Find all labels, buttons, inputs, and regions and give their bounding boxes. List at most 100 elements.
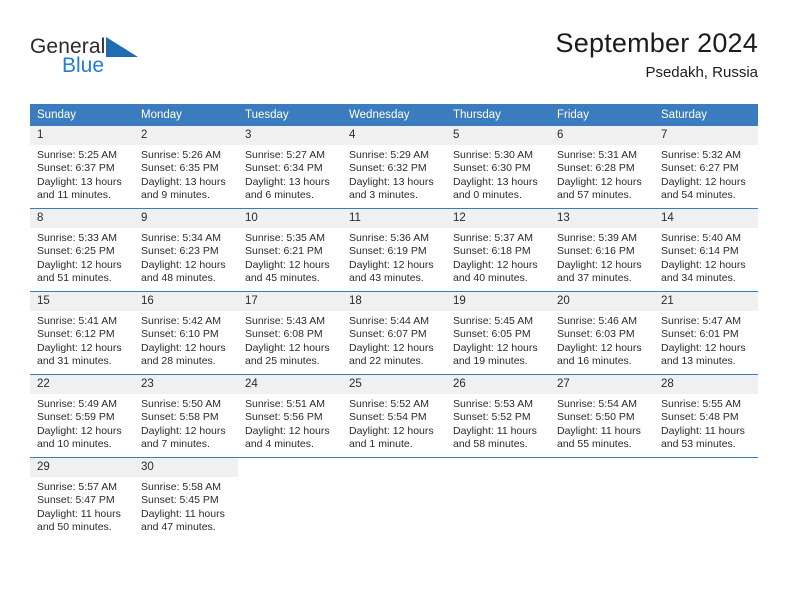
daylight-text-line1: Daylight: 12 hours (245, 341, 330, 354)
day-number: 14 (654, 209, 758, 228)
calendar-day-cell[interactable]: 12 Sunrise: 5:37 AM Sunset: 6:18 PM Dayligh… (446, 208, 550, 292)
calendar-day-cell[interactable]: 20 Sunrise: 5:46 AM Sunset: 6:03 PM Dayligh… (550, 291, 654, 375)
day-number: 8 (30, 209, 134, 228)
day-details: Sunrise: 5:55 AM Sunset: 5:48 PM Daylight:… (654, 394, 758, 452)
daylight-text-line1: Daylight: 11 hours (453, 424, 537, 437)
daylight-text-line2: and 13 minutes. (661, 355, 736, 368)
day-details: Sunrise: 5:50 AM Sunset: 5:58 PM Daylight:… (134, 394, 238, 452)
sunrise-text: Sunrise: 5:35 AM (245, 232, 325, 244)
calendar-day-cell[interactable]: 18 Sunrise: 5:44 AM Sunset: 6:07 PM Dayligh… (342, 291, 446, 375)
calendar-day-cell[interactable]: 8 Sunrise: 5:33 AM Sunset: 6:25 PM Daylight… (30, 208, 134, 292)
daylight-text-line2: and 53 minutes. (661, 438, 736, 451)
day-number: 3 (238, 126, 342, 145)
weekday-header-thursday: Thursday (446, 104, 550, 126)
sunset-text: Sunset: 6:37 PM (37, 162, 115, 175)
day-details: Sunrise: 5:57 AM Sunset: 5:47 PM Daylight:… (30, 477, 134, 535)
calendar-day-cell[interactable]: 30 Sunrise: 5:58 AM Sunset: 5:45 PM Dayligh… (134, 457, 238, 540)
calendar-day-cell[interactable]: 28 Sunrise: 5:55 AM Sunset: 5:48 PM Dayligh… (654, 374, 758, 458)
day-details: Sunrise: 5:30 AM Sunset: 6:30 PM Daylight:… (446, 145, 550, 203)
day-number: 16 (134, 292, 238, 311)
calendar-day-cell[interactable]: 26 Sunrise: 5:53 AM Sunset: 5:52 PM Dayligh… (446, 374, 550, 458)
calendar-day-cell[interactable]: 22 Sunrise: 5:49 AM Sunset: 5:59 PM Dayligh… (30, 374, 134, 458)
day-details: Sunrise: 5:44 AM Sunset: 6:07 PM Daylight:… (342, 311, 446, 369)
daylight-text-line1: Daylight: 12 hours (557, 175, 642, 188)
sunset-text: Sunset: 5:54 PM (349, 411, 427, 424)
day-number: 18 (342, 292, 446, 311)
calendar-day-cell[interactable]: 9 Sunrise: 5:34 AM Sunset: 6:23 PM Daylight… (134, 208, 238, 292)
sunrise-text: Sunrise: 5:42 AM (141, 315, 221, 327)
calendar-day-cell[interactable]: 2 Sunrise: 5:26 AM Sunset: 6:35 PM Daylight… (134, 126, 238, 209)
calendar-day-cell[interactable]: 17 Sunrise: 5:43 AM Sunset: 6:08 PM Dayligh… (238, 291, 342, 375)
daylight-text-line1: Daylight: 12 hours (141, 258, 226, 271)
daylight-text-line1: Daylight: 11 hours (37, 507, 121, 520)
day-details: Sunrise: 5:52 AM Sunset: 5:54 PM Daylight:… (342, 394, 446, 452)
daylight-text-line1: Daylight: 12 hours (141, 424, 226, 437)
sunset-text: Sunset: 6:10 PM (141, 328, 219, 341)
calendar-day-cell[interactable]: 25 Sunrise: 5:52 AM Sunset: 5:54 PM Dayligh… (342, 374, 446, 458)
day-number (238, 458, 342, 477)
daylight-text-line2: and 3 minutes. (349, 189, 418, 202)
calendar-day-cell[interactable]: 21 Sunrise: 5:47 AM Sunset: 6:01 PM Dayligh… (654, 291, 758, 375)
calendar-grid: Sunday Monday Tuesday Wednesday Thursday… (30, 104, 758, 540)
calendar-week-row: 22 Sunrise: 5:49 AM Sunset: 5:59 PM Dayligh… (30, 374, 758, 458)
calendar-day-cell[interactable]: 11 Sunrise: 5:36 AM Sunset: 6:19 PM Dayligh… (342, 208, 446, 292)
day-number: 25 (342, 375, 446, 394)
daylight-text-line2: and 6 minutes. (245, 189, 314, 202)
calendar-day-cell[interactable]: 4 Sunrise: 5:29 AM Sunset: 6:32 PM Daylight… (342, 126, 446, 209)
day-details: Sunrise: 5:42 AM Sunset: 6:10 PM Daylight:… (134, 311, 238, 369)
day-number (654, 458, 758, 477)
calendar-day-cell[interactable]: 10 Sunrise: 5:35 AM Sunset: 6:21 PM Dayligh… (238, 208, 342, 292)
calendar-day-cell[interactable]: 7 Sunrise: 5:32 AM Sunset: 6:27 PM Daylight… (654, 126, 758, 209)
daylight-text-line2: and 31 minutes. (37, 355, 112, 368)
calendar-day-cell[interactable]: 27 Sunrise: 5:54 AM Sunset: 5:50 PM Dayligh… (550, 374, 654, 458)
calendar-day-cell[interactable]: 14 Sunrise: 5:40 AM Sunset: 6:14 PM Dayligh… (654, 208, 758, 292)
calendar-day-cell[interactable]: 19 Sunrise: 5:45 AM Sunset: 6:05 PM Dayligh… (446, 291, 550, 375)
sunrise-text: Sunrise: 5:50 AM (141, 398, 221, 410)
daylight-text-line2: and 25 minutes. (245, 355, 320, 368)
daylight-text-line1: Daylight: 12 hours (349, 258, 434, 271)
location-subtitle: Psedakh, Russia (645, 64, 758, 82)
sunset-text: Sunset: 6:14 PM (661, 245, 739, 258)
day-details: Sunrise: 5:37 AM Sunset: 6:18 PM Daylight:… (446, 228, 550, 286)
day-number: 24 (238, 375, 342, 394)
sunset-text: Sunset: 5:58 PM (141, 411, 219, 424)
daylight-text-line2: and 50 minutes. (37, 521, 112, 534)
calendar-day-cell[interactable]: 29 Sunrise: 5:57 AM Sunset: 5:47 PM Dayligh… (30, 457, 134, 540)
calendar-day-cell[interactable]: 23 Sunrise: 5:50 AM Sunset: 5:58 PM Dayligh… (134, 374, 238, 458)
daylight-text-line1: Daylight: 13 hours (141, 175, 226, 188)
daylight-text-line1: Daylight: 11 hours (557, 424, 641, 437)
daylight-text-line2: and 22 minutes. (349, 355, 424, 368)
calendar-day-cell[interactable]: 16 Sunrise: 5:42 AM Sunset: 6:10 PM Dayligh… (134, 291, 238, 375)
sunrise-text: Sunrise: 5:46 AM (557, 315, 637, 327)
calendar-body: 1 Sunrise: 5:25 AM Sunset: 6:37 PM Daylight… (30, 126, 758, 540)
calendar-day-cell[interactable]: 13 Sunrise: 5:39 AM Sunset: 6:16 PM Dayligh… (550, 208, 654, 292)
day-details: Sunrise: 5:45 AM Sunset: 6:05 PM Daylight:… (446, 311, 550, 369)
calendar-day-cell[interactable]: 1 Sunrise: 5:25 AM Sunset: 6:37 PM Daylight… (30, 126, 134, 209)
sunset-text: Sunset: 6:35 PM (141, 162, 219, 175)
day-number: 4 (342, 126, 446, 145)
sunset-text: Sunset: 5:52 PM (453, 411, 531, 424)
day-number (342, 458, 446, 477)
day-number: 5 (446, 126, 550, 145)
calendar-day-cell[interactable]: 24 Sunrise: 5:51 AM Sunset: 5:56 PM Dayligh… (238, 374, 342, 458)
daylight-text-line1: Daylight: 12 hours (37, 341, 122, 354)
brand-logo[interactable]: General Blue (30, 36, 230, 88)
sunrise-text: Sunrise: 5:32 AM (661, 149, 741, 161)
daylight-text-line1: Daylight: 12 hours (37, 258, 122, 271)
day-number: 19 (446, 292, 550, 311)
sunset-text: Sunset: 5:56 PM (245, 411, 323, 424)
day-details: Sunrise: 5:41 AM Sunset: 6:12 PM Daylight:… (30, 311, 134, 369)
calendar-day-cell[interactable]: 15 Sunrise: 5:41 AM Sunset: 6:12 PM Dayligh… (30, 291, 134, 375)
daylight-text-line2: and 16 minutes. (557, 355, 632, 368)
calendar-day-cell[interactable]: 6 Sunrise: 5:31 AM Sunset: 6:28 PM Daylight… (550, 126, 654, 209)
page-header: General Blue September 2024 Psedakh, Rus… (30, 28, 758, 94)
sunset-text: Sunset: 6:08 PM (245, 328, 323, 341)
triangle-logo-icon (106, 37, 139, 57)
calendar-day-cell[interactable]: 5 Sunrise: 5:30 AM Sunset: 6:30 PM Daylight… (446, 126, 550, 209)
day-details: Sunrise: 5:25 AM Sunset: 6:37 PM Daylight:… (30, 145, 134, 203)
calendar-week-row: 8 Sunrise: 5:33 AM Sunset: 6:25 PM Daylight… (30, 208, 758, 292)
sunrise-text: Sunrise: 5:54 AM (557, 398, 637, 410)
calendar-day-cell[interactable]: 3 Sunrise: 5:27 AM Sunset: 6:34 PM Daylight… (238, 126, 342, 209)
day-number: 28 (654, 375, 758, 394)
daylight-text-line2: and 0 minutes. (453, 189, 522, 202)
